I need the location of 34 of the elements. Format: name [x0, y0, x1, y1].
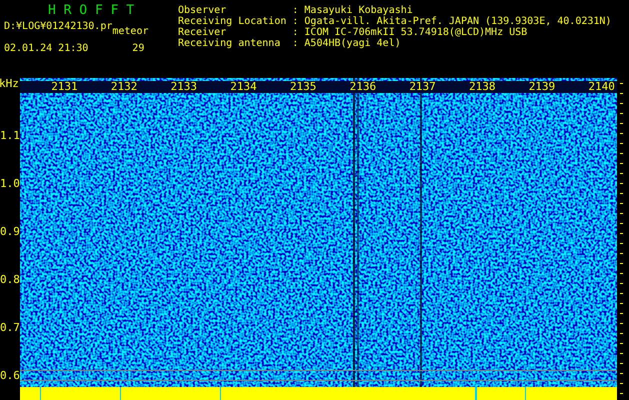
info-value: Ogata-vill. Akita-Pref. JAPAN (139.9303E, 40.0231N) — [304, 16, 612, 27]
x-axis-label: 2132 — [80, 81, 140, 93]
info-value: A504HB(yagi 4el) — [304, 38, 402, 49]
y-axis-label: 0.8 — [0, 272, 20, 288]
y-axis-label: 1.1 — [0, 128, 20, 144]
x-axis-label: 2140 — [557, 81, 617, 93]
info-label: Receiving antenna — [178, 38, 282, 49]
info-label: Receiver — [178, 27, 228, 38]
x-axis-label: 2139 — [498, 81, 558, 93]
x-axis-label: 2136 — [318, 81, 378, 93]
file-path: D:¥LOG¥01242130.pr — [4, 21, 112, 32]
info-separator: : — [291, 16, 300, 27]
info-label: Receiving Location — [178, 16, 286, 27]
x-axis-label: 2133 — [139, 81, 200, 93]
info-value: Masayuki Kobayashi — [304, 5, 414, 16]
x-axis-label: 2135 — [258, 81, 318, 93]
y-axis-label: 1.0 — [0, 176, 20, 192]
date-time: 02.01.24 21:30 — [4, 43, 88, 54]
info-separator: : — [291, 27, 300, 38]
mode-label: meteor — [112, 26, 148, 37]
x-axis-label: 2137 — [378, 81, 438, 93]
axis-unit: kHz — [0, 78, 20, 90]
info-separator: : — [291, 38, 300, 49]
info-label: Observer — [178, 5, 228, 16]
x-axis-label: 2134 — [199, 81, 259, 93]
x-axis-label: 2131 — [20, 81, 80, 93]
info-value: ICOM IC-706mkII 53.74918(@LCD)MHz USB — [304, 27, 528, 38]
y-axis-label: 0.9 — [0, 224, 20, 240]
x-axis-label: 2138 — [438, 81, 498, 93]
app-title: H R O F F T — [47, 4, 136, 18]
meteor-count: 29 — [132, 43, 144, 54]
info-separator: : — [291, 5, 300, 16]
y-axis-label: 0.6 — [0, 368, 20, 384]
y-axis-label: 0.7 — [0, 320, 20, 336]
